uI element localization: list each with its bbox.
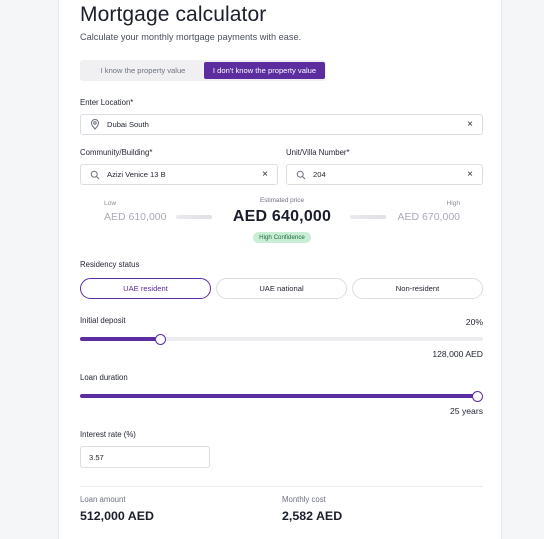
search-icon <box>295 169 307 181</box>
location-clear-button[interactable]: × <box>467 119 473 130</box>
summary-divider <box>80 486 483 487</box>
estimate-low-value: AED 610,000 <box>104 211 167 223</box>
know-value-option[interactable]: I know the property value <box>82 62 204 79</box>
monthly-cost-label: Monthly cost <box>282 495 326 504</box>
loan-amount-label: Loan amount <box>80 495 126 504</box>
unit-label: Unit/Villa Number* <box>286 148 350 157</box>
property-value-toggle: I know the property value I don't know t… <box>80 60 326 81</box>
non-resident-button[interactable]: Non-resident <box>352 278 483 299</box>
duration-slider-fill <box>80 394 478 398</box>
estimated-price-label: Estimated price <box>259 197 305 204</box>
estimate-high-value: AED 670,000 <box>397 211 460 223</box>
duration-label: Loan duration <box>80 373 128 382</box>
location-value: Dubai South <box>107 120 149 129</box>
high-range-bar <box>350 215 386 219</box>
deposit-amount: 128,000 AED <box>432 349 483 359</box>
deposit-slider-handle[interactable] <box>155 333 167 345</box>
uae-national-button[interactable]: UAE national <box>216 278 347 299</box>
deposit-percent: 20% <box>465 317 483 327</box>
deposit-slider-fill <box>80 337 161 341</box>
estimate-low-label: Low <box>104 200 117 207</box>
loan-amount-value: 512,000 AED <box>80 509 154 523</box>
community-value: Azizi Venice 13 B <box>107 170 166 179</box>
dont-know-value-option[interactable]: I don't know the property value <box>204 62 325 79</box>
community-label: Community/Building* <box>80 148 153 157</box>
deposit-slider-track[interactable] <box>80 333 483 345</box>
confidence-wrapper: High Confidence <box>231 232 333 243</box>
unit-field[interactable]: 204 × <box>286 164 483 185</box>
mortgage-calculator-card: Mortgage calculator Calculate your month… <box>58 0 502 539</box>
map-pin-icon <box>89 119 101 131</box>
interest-rate-input[interactable]: 3.57 <box>80 446 210 468</box>
page-subtitle: Calculate your monthly mortgage payments… <box>80 32 302 42</box>
interest-label: Interest rate (%) <box>80 430 136 439</box>
uae-resident-button[interactable]: UAE resident <box>80 278 211 299</box>
duration-value: 25 years <box>450 406 483 416</box>
estimate-high-label: High <box>446 200 460 207</box>
page-title: Mortgage calculator <box>80 3 267 26</box>
community-field[interactable]: Azizi Venice 13 B × <box>80 164 278 185</box>
unit-clear-button[interactable]: × <box>467 169 473 180</box>
location-field[interactable]: Dubai South × <box>80 114 483 135</box>
duration-slider-handle[interactable] <box>472 390 483 402</box>
search-icon <box>89 169 101 181</box>
location-label: Enter Location* <box>80 98 134 107</box>
confidence-badge: High Confidence <box>253 232 311 243</box>
deposit-label: Initial deposit <box>80 316 126 325</box>
community-clear-button[interactable]: × <box>262 169 268 180</box>
monthly-cost-value: 2,582 AED <box>282 509 343 523</box>
unit-value: 204 <box>313 170 326 179</box>
estimated-price-value: AED 640,000 <box>232 208 332 225</box>
residency-label: Residency status <box>80 260 140 269</box>
low-range-bar <box>176 215 212 219</box>
duration-slider-track[interactable] <box>80 390 483 402</box>
